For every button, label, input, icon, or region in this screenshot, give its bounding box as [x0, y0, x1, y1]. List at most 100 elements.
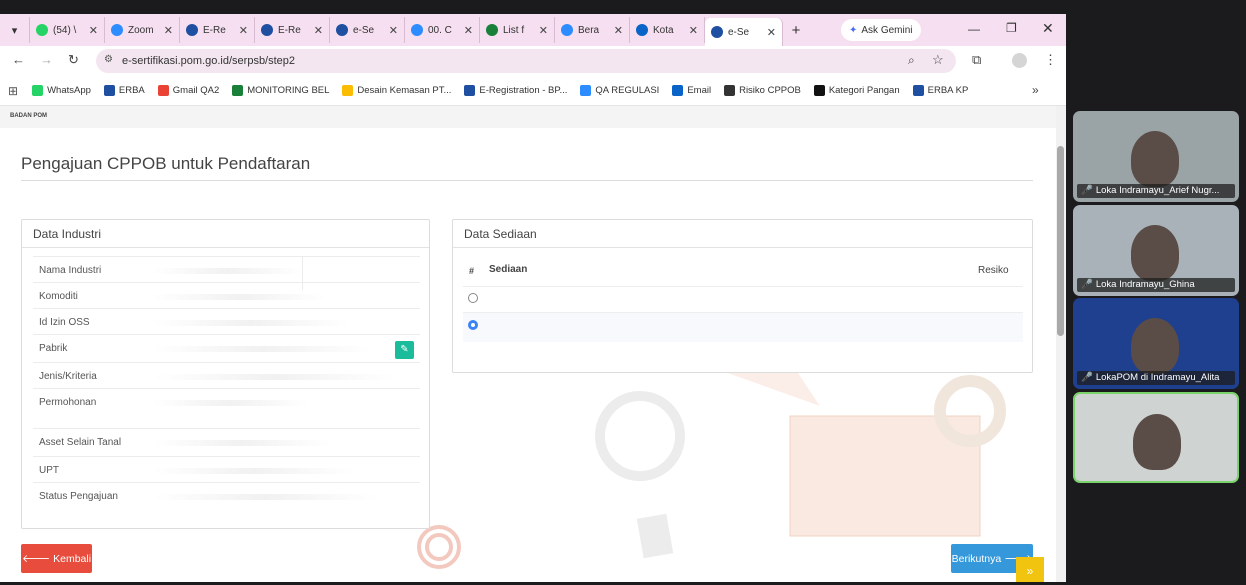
back-icon[interactable]: ←: [12, 52, 25, 67]
bookmark-item[interactable]: E-Registration - BP...: [464, 85, 567, 96]
field-label: Id Izin OSS: [39, 317, 90, 328]
bookmark-item[interactable]: Kategori Pangan: [813, 85, 900, 96]
reload-icon[interactable]: ↻: [68, 52, 79, 68]
bookmark-item[interactable]: Desain Kemasan PT...: [342, 85, 451, 96]
bookmark-label: MONITORING BEL: [247, 85, 330, 96]
ask-gemini-label: Ask Gemini: [861, 24, 913, 36]
close-tab-icon[interactable]: ✕: [89, 24, 98, 37]
close-tab-icon[interactable]: ✕: [314, 24, 323, 37]
tab-6[interactable]: 00. C ✕: [405, 17, 480, 43]
column-number: #: [469, 266, 475, 276]
participant-name: LokaPOM di Indramayu_Alita: [1095, 372, 1220, 383]
bookmark-favicon: [103, 85, 115, 96]
page-scrollbar[interactable]: [1056, 106, 1066, 582]
bookmark-favicon: [580, 85, 592, 96]
tab-3[interactable]: E-Re ✕: [180, 17, 255, 43]
scroll-top-button[interactable]: »: [1016, 557, 1044, 582]
field-row: Pabrik: [33, 334, 420, 362]
participant-name-tag: 🎤 LokaPOM di Indramayu_Alita: [1077, 371, 1235, 385]
close-window-icon[interactable]: ✕: [1042, 20, 1054, 37]
site-info-icon[interactable]: ⚙: [104, 54, 113, 65]
tab-10[interactable]: e-Se ✕: [705, 18, 783, 46]
table-row: [463, 286, 1023, 312]
redacted-value: [153, 494, 377, 500]
address-bar-row: ← → ↻ ⚙ e-sertifikasi.pom.go.id/serpsb/s…: [0, 46, 1066, 76]
new-tab-button[interactable]: +: [783, 17, 809, 43]
field-label: Permohonan: [39, 397, 97, 408]
kembali-button[interactable]: 🡐 Kembali: [21, 544, 92, 573]
tab-favicon: [636, 24, 648, 36]
more-bookmarks-icon[interactable]: »: [1032, 83, 1039, 97]
participant-video-4[interactable]: [1073, 392, 1239, 483]
sediaan-radio-2[interactable]: [468, 320, 478, 330]
tab-title: Zoom: [128, 24, 154, 36]
close-tab-icon[interactable]: ✕: [614, 24, 623, 37]
field-row: Asset Selain Tanal: [33, 428, 420, 456]
participant-video-2[interactable]: 🎤 Loka Indramayu_Ghina: [1073, 205, 1239, 296]
bookmark-favicon: [232, 85, 244, 96]
url-input[interactable]: ⚙ e-sertifikasi.pom.go.id/serpsb/step2 ⌕…: [96, 49, 956, 73]
close-tab-icon[interactable]: ✕: [239, 24, 248, 37]
tab-favicon: [111, 24, 123, 36]
bookmark-item[interactable]: MONITORING BEL: [232, 85, 329, 96]
gemini-icon: ✦: [849, 24, 858, 36]
bookmark-item[interactable]: WhatsApp: [32, 85, 91, 96]
tab-2[interactable]: Zoom ✕: [105, 17, 180, 43]
edit-pabrik-button[interactable]: ✎: [395, 341, 414, 359]
tab-8[interactable]: Bera ✕: [555, 17, 630, 43]
profile-avatar[interactable]: [1012, 53, 1027, 68]
tab-title: (54) \: [53, 24, 77, 36]
arrow-left-icon: 🡐: [21, 553, 51, 565]
page-content: BADAN POM Pengajuan CPPOB untuk Pendafta…: [0, 106, 1056, 582]
bookmark-item[interactable]: Email: [672, 85, 711, 96]
extensions-icon[interactable]: ⧉: [972, 52, 981, 68]
sediaan-radio-1[interactable]: [468, 293, 478, 303]
bookmark-item[interactable]: ERBA KP: [912, 85, 969, 96]
page-title: Pengajuan CPPOB untuk Pendaftaran: [21, 154, 311, 173]
tab-1[interactable]: (54) \ ✕: [30, 17, 105, 43]
close-tab-icon[interactable]: ✕: [689, 24, 698, 37]
tab-9[interactable]: Kota ✕: [630, 17, 705, 43]
close-tab-icon[interactable]: ✕: [539, 24, 548, 37]
ask-gemini-button[interactable]: ✦ Ask Gemini: [841, 19, 921, 41]
tab-title: Bera: [578, 24, 600, 36]
berikutnya-label: Berikutnya: [951, 552, 1002, 565]
tab-title: e-Se: [728, 26, 750, 38]
close-tab-icon[interactable]: ✕: [389, 24, 398, 37]
muted-mic-icon: 🎤: [1081, 185, 1093, 196]
apps-icon[interactable]: ⊞: [8, 84, 18, 98]
bookmark-label: Email: [687, 85, 712, 96]
close-tab-icon[interactable]: ✕: [464, 24, 473, 37]
bookmark-label: ERBA KP: [927, 85, 969, 96]
close-tab-icon[interactable]: ✕: [164, 24, 173, 37]
participant-video-3[interactable]: 🎤 LokaPOM di Indramayu_Alita: [1073, 298, 1239, 389]
menu-icon[interactable]: ⋮: [1044, 52, 1057, 68]
data-sediaan-heading: Data Sediaan: [453, 220, 1032, 248]
tab-5[interactable]: e-Se ✕: [330, 17, 405, 43]
minimize-icon[interactable]: —: [968, 22, 980, 36]
vertical-divider: [302, 256, 303, 290]
kembali-label: Kembali: [53, 552, 92, 565]
zoom-icon[interactable]: ⌕: [908, 53, 915, 68]
bookmark-item[interactable]: ERBA: [103, 85, 145, 96]
scrollbar-thumb[interactable]: [1057, 146, 1064, 336]
redacted-value: [153, 374, 395, 380]
bookmark-label: E-Registration - BP...: [479, 85, 568, 96]
redacted-value: [153, 320, 349, 326]
tab-favicon: [411, 24, 423, 36]
restore-icon[interactable]: ❐: [1006, 21, 1017, 35]
tab-4[interactable]: E-Re ✕: [255, 17, 330, 43]
forward-icon[interactable]: →: [40, 52, 53, 67]
redacted-value: [153, 346, 372, 352]
bookmark-item[interactable]: Risiko CPPOB: [724, 85, 801, 96]
bookmark-star-icon[interactable]: ☆: [932, 52, 944, 68]
tab-search-button[interactable]: ▾: [0, 17, 30, 43]
bookmark-item[interactable]: QA REGULASI: [580, 85, 659, 96]
close-tab-icon[interactable]: ✕: [767, 26, 776, 39]
tab-7[interactable]: List f ✕: [480, 17, 555, 43]
participant-video-1[interactable]: 🎤 Loka Indramayu_Arief Nugr...: [1073, 111, 1239, 202]
participant-name: Loka Indramayu_Arief Nugr...: [1095, 185, 1220, 196]
bookmark-item[interactable]: Gmail QA2: [157, 85, 219, 96]
redacted-value: [153, 440, 331, 446]
redacted-value: [153, 400, 308, 406]
